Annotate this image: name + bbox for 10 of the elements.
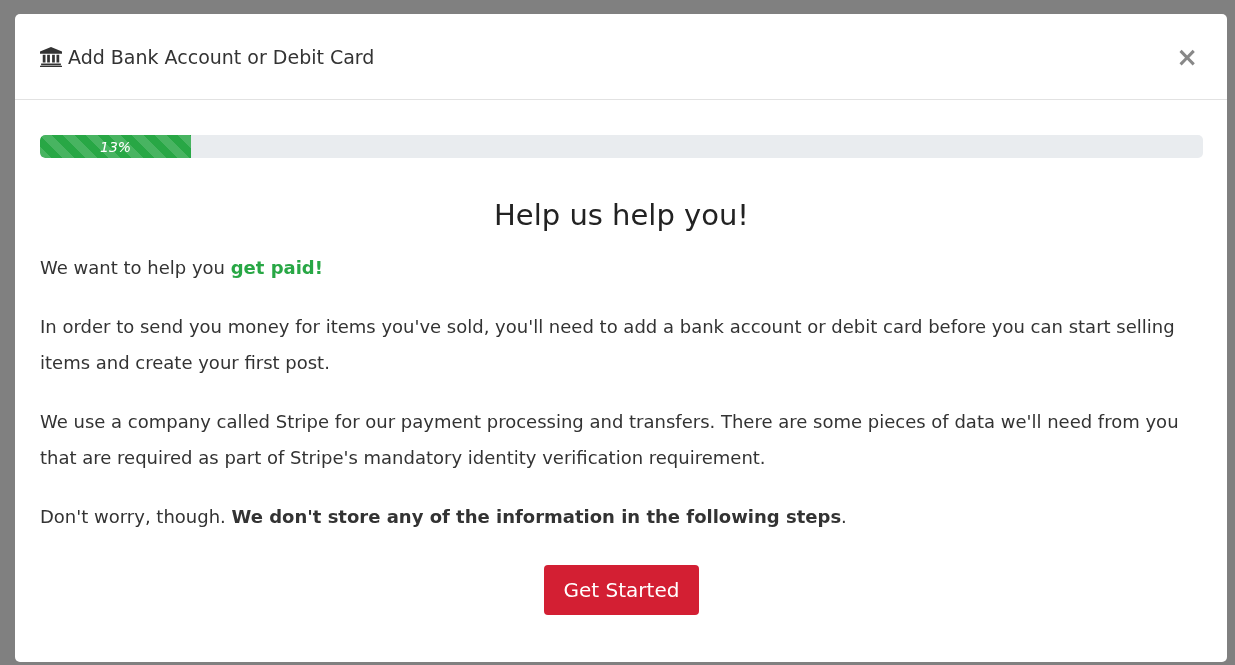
- heading: Help us help you!: [493, 198, 750, 232]
- paragraph: We use a company called Stripe for our payment processing and transfers. There are some pieces of data we'll need from you that are required as part of Stripe's mandatory identity verification requirement.: [40, 410, 1180, 470]
- get-started-button[interactable]: Get Started: [543, 565, 700, 615]
- paragraph: We want to help you get paid!: [40, 256, 324, 280]
- modal-title: Add Bank Account or Debit Card: [68, 45, 375, 68]
- progress-label: 13%: [100, 138, 132, 155]
- paragraph: In order to send you money for items you've sold, you'll need to add a bank account or debit card before you can start selling items and create your first post.: [40, 315, 1176, 375]
- close-button[interactable]: ×: [1172, 43, 1202, 70]
- bank-icon: [40, 46, 62, 67]
- paragraph: Don't worry, though. We don't store any of the information in the following steps.: [40, 505, 848, 529]
